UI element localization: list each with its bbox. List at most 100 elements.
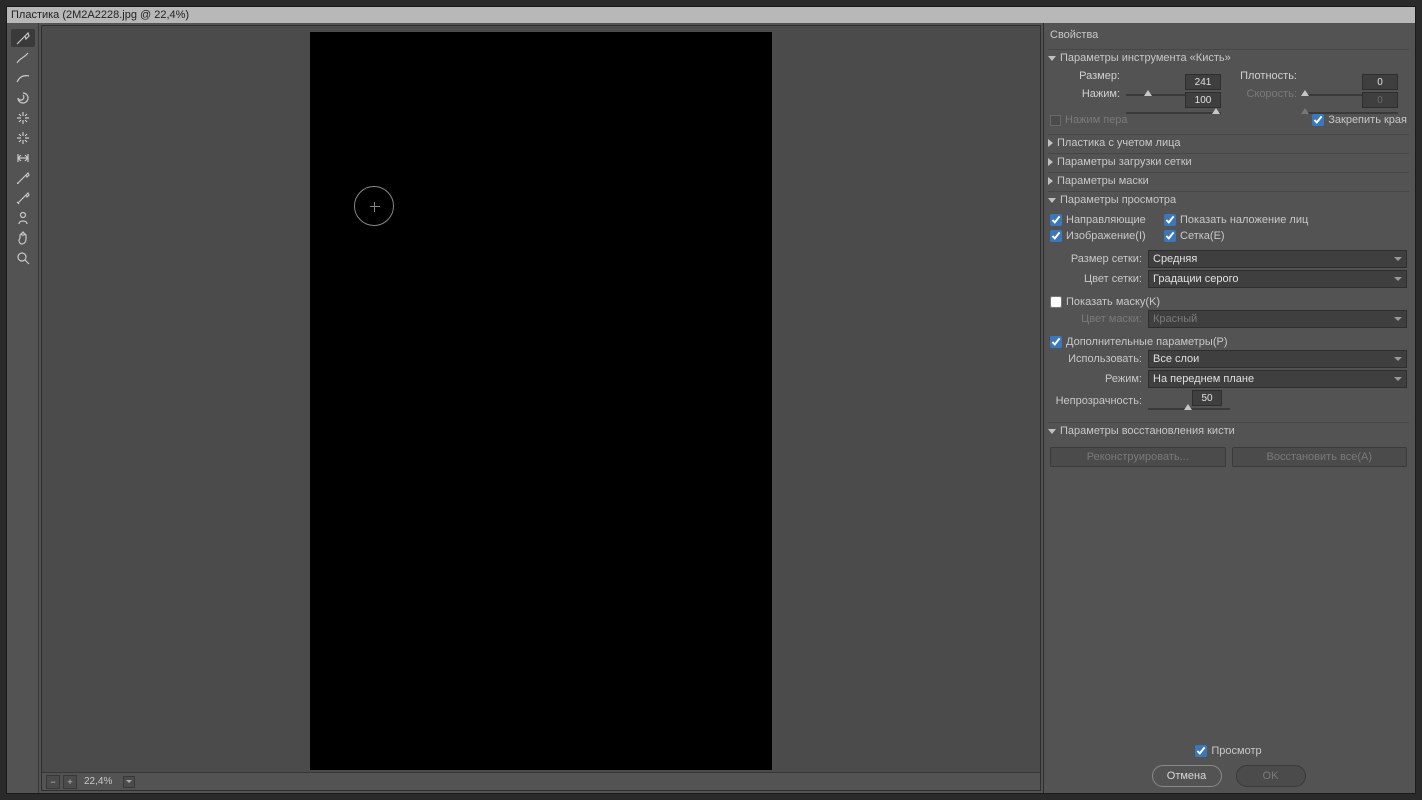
opacity-label: Непрозрачность: (1050, 395, 1142, 407)
body-area: − + 22,4% Свойства Параметры инструмента… (7, 23, 1415, 793)
panel-title: Свойства (1048, 25, 1409, 47)
use-label: Использовать: (1050, 353, 1142, 365)
ok-button: OK (1236, 765, 1306, 787)
disclosure-down-icon (1048, 198, 1056, 203)
reconstruct-button: Реконструировать... (1050, 447, 1226, 467)
brush-section-body: Размер: Плотность: Нажим: (1048, 66, 1409, 132)
lock-edges-check[interactable] (1312, 114, 1324, 126)
freeze-mask-tool-icon[interactable] (11, 169, 35, 187)
image-checkbox[interactable]: Изображение(I) (1050, 230, 1160, 242)
mesh-size-label: Размер сетки: (1050, 253, 1142, 265)
disclosure-down-icon (1048, 429, 1056, 434)
liquify-window: Пластика (2M2A2228.jpg @ 22,4%) (6, 6, 1416, 794)
mask-color-value: Красный (1153, 313, 1197, 325)
additional-params-checkbox[interactable]: Дополнительные параметры(P) (1050, 336, 1407, 348)
opacity-input[interactable] (1192, 390, 1222, 406)
lock-edges-checkbox[interactable]: Закрепить края (1312, 114, 1407, 126)
rate-input (1362, 92, 1398, 108)
mesh-checkbox[interactable]: Сетка(E) (1164, 230, 1407, 242)
canvas-viewport[interactable] (42, 26, 1040, 772)
lock-edges-label: Закрепить края (1328, 114, 1407, 126)
reconstruct-header-label: Параметры восстановления кисти (1060, 425, 1235, 437)
checkbox-disabled-icon (1050, 115, 1061, 126)
mask-section-header[interactable]: Параметры маски (1048, 172, 1409, 189)
restore-all-button: Восстановить все(A) (1232, 447, 1408, 467)
zoom-dropdown-icon[interactable] (123, 776, 135, 788)
load-mesh-section-header[interactable]: Параметры загрузки сетки (1048, 153, 1409, 170)
show-mask-label: Показать маску(K) (1066, 296, 1160, 308)
mask-label: Параметры маски (1057, 175, 1149, 187)
use-value: Все слои (1153, 353, 1199, 365)
mesh-color-label: Цвет сетки: (1050, 273, 1142, 285)
canvas-footer: − + 22,4% (42, 772, 1040, 790)
mesh-size-value: Средняя (1153, 253, 1197, 265)
face-aware-section-header[interactable]: Пластика с учетом лица (1048, 134, 1409, 151)
hand-tool-icon[interactable] (11, 229, 35, 247)
pressure-label: Нажим: (1050, 88, 1120, 100)
tool-toolbar (7, 23, 39, 793)
view-section-header[interactable]: Параметры просмотра (1048, 191, 1409, 208)
guides-label: Направляющие (1066, 214, 1146, 226)
properties-panel: Свойства Параметры инструмента «Кисть» Р… (1043, 23, 1415, 793)
show-mask-checkbox[interactable]: Показать маску(K) (1050, 296, 1407, 308)
face-tool-icon[interactable] (11, 209, 35, 227)
mesh-label: Сетка(E) (1180, 230, 1225, 242)
brush-section-header[interactable]: Параметры инструмента «Кисть» (1048, 49, 1409, 66)
rate-label: Скорость: (1227, 88, 1297, 100)
guides-checkbox[interactable]: Направляющие (1050, 214, 1160, 226)
preview-checkbox[interactable]: Просмотр (1195, 745, 1261, 757)
push-left-tool-icon[interactable] (11, 149, 35, 167)
disclosure-down-icon (1048, 56, 1056, 61)
mode-select[interactable]: На переднем плане (1148, 370, 1407, 388)
twirl-tool-icon[interactable] (11, 89, 35, 107)
pen-pressure-label: Нажим пера (1065, 114, 1128, 126)
panel-footer: Просмотр Отмена OK (1048, 737, 1409, 787)
view-header-label: Параметры просмотра (1060, 194, 1176, 206)
opacity-slider[interactable] (1148, 390, 1230, 412)
canvas-area: − + 22,4% (41, 25, 1041, 791)
image-preview[interactable] (310, 32, 772, 770)
titlebar[interactable]: Пластика (2M2A2228.jpg @ 22,4%) (7, 7, 1415, 23)
face-overlay-checkbox[interactable]: Показать наложение лиц (1164, 214, 1407, 226)
mode-label: Режим: (1050, 373, 1142, 385)
bloat-tool-icon[interactable] (11, 129, 35, 147)
face-aware-label: Пластика с учетом лица (1057, 137, 1181, 149)
brush-cursor-icon (354, 186, 394, 226)
reconstruct-section-body: Реконструировать... Восстановить все(A) (1048, 439, 1409, 473)
zoom-in-button[interactable]: + (63, 775, 77, 789)
forward-warp-tool-icon[interactable] (11, 29, 35, 47)
mode-value: На переднем плане (1153, 373, 1254, 385)
brush-header-label: Параметры инструмента «Кисть» (1060, 52, 1231, 64)
window-title: Пластика (2M2A2228.jpg @ 22,4%) (11, 9, 189, 21)
disclosure-right-icon (1048, 139, 1053, 147)
pen-pressure-checkbox: Нажим пера (1050, 114, 1128, 126)
size-label: Размер: (1050, 70, 1120, 82)
pucker-tool-icon[interactable] (11, 109, 35, 127)
preview-label: Просмотр (1211, 745, 1261, 757)
disclosure-right-icon (1048, 177, 1053, 185)
size-input[interactable] (1185, 74, 1221, 90)
cancel-button[interactable]: Отмена (1152, 765, 1222, 787)
mask-color-label: Цвет маски: (1050, 313, 1142, 325)
zoom-value: 22,4% (80, 776, 120, 787)
mesh-size-select[interactable]: Средняя (1148, 250, 1407, 268)
view-section-body: Направляющие Показать наложение лиц Изоб… (1048, 208, 1409, 420)
pressure-input[interactable] (1185, 92, 1221, 108)
density-input[interactable] (1362, 74, 1398, 90)
zoom-out-button[interactable]: − (46, 775, 60, 789)
use-select[interactable]: Все слои (1148, 350, 1407, 368)
image-label: Изображение(I) (1066, 230, 1146, 242)
thaw-mask-tool-icon[interactable] (11, 189, 35, 207)
mesh-color-value: Градации серого (1153, 273, 1239, 285)
zoom-tool-icon[interactable] (11, 249, 35, 267)
load-mesh-label: Параметры загрузки сетки (1057, 156, 1192, 168)
mesh-color-select[interactable]: Градации серого (1148, 270, 1407, 288)
mask-color-select: Красный (1148, 310, 1407, 328)
reconstruct-tool-icon[interactable] (11, 49, 35, 67)
density-label: Плотность: (1227, 70, 1297, 82)
face-overlay-label: Показать наложение лиц (1180, 214, 1308, 226)
reconstruct-section-header[interactable]: Параметры восстановления кисти (1048, 422, 1409, 439)
additional-label: Дополнительные параметры(P) (1066, 336, 1227, 348)
disclosure-right-icon (1048, 158, 1053, 166)
smooth-tool-icon[interactable] (11, 69, 35, 87)
